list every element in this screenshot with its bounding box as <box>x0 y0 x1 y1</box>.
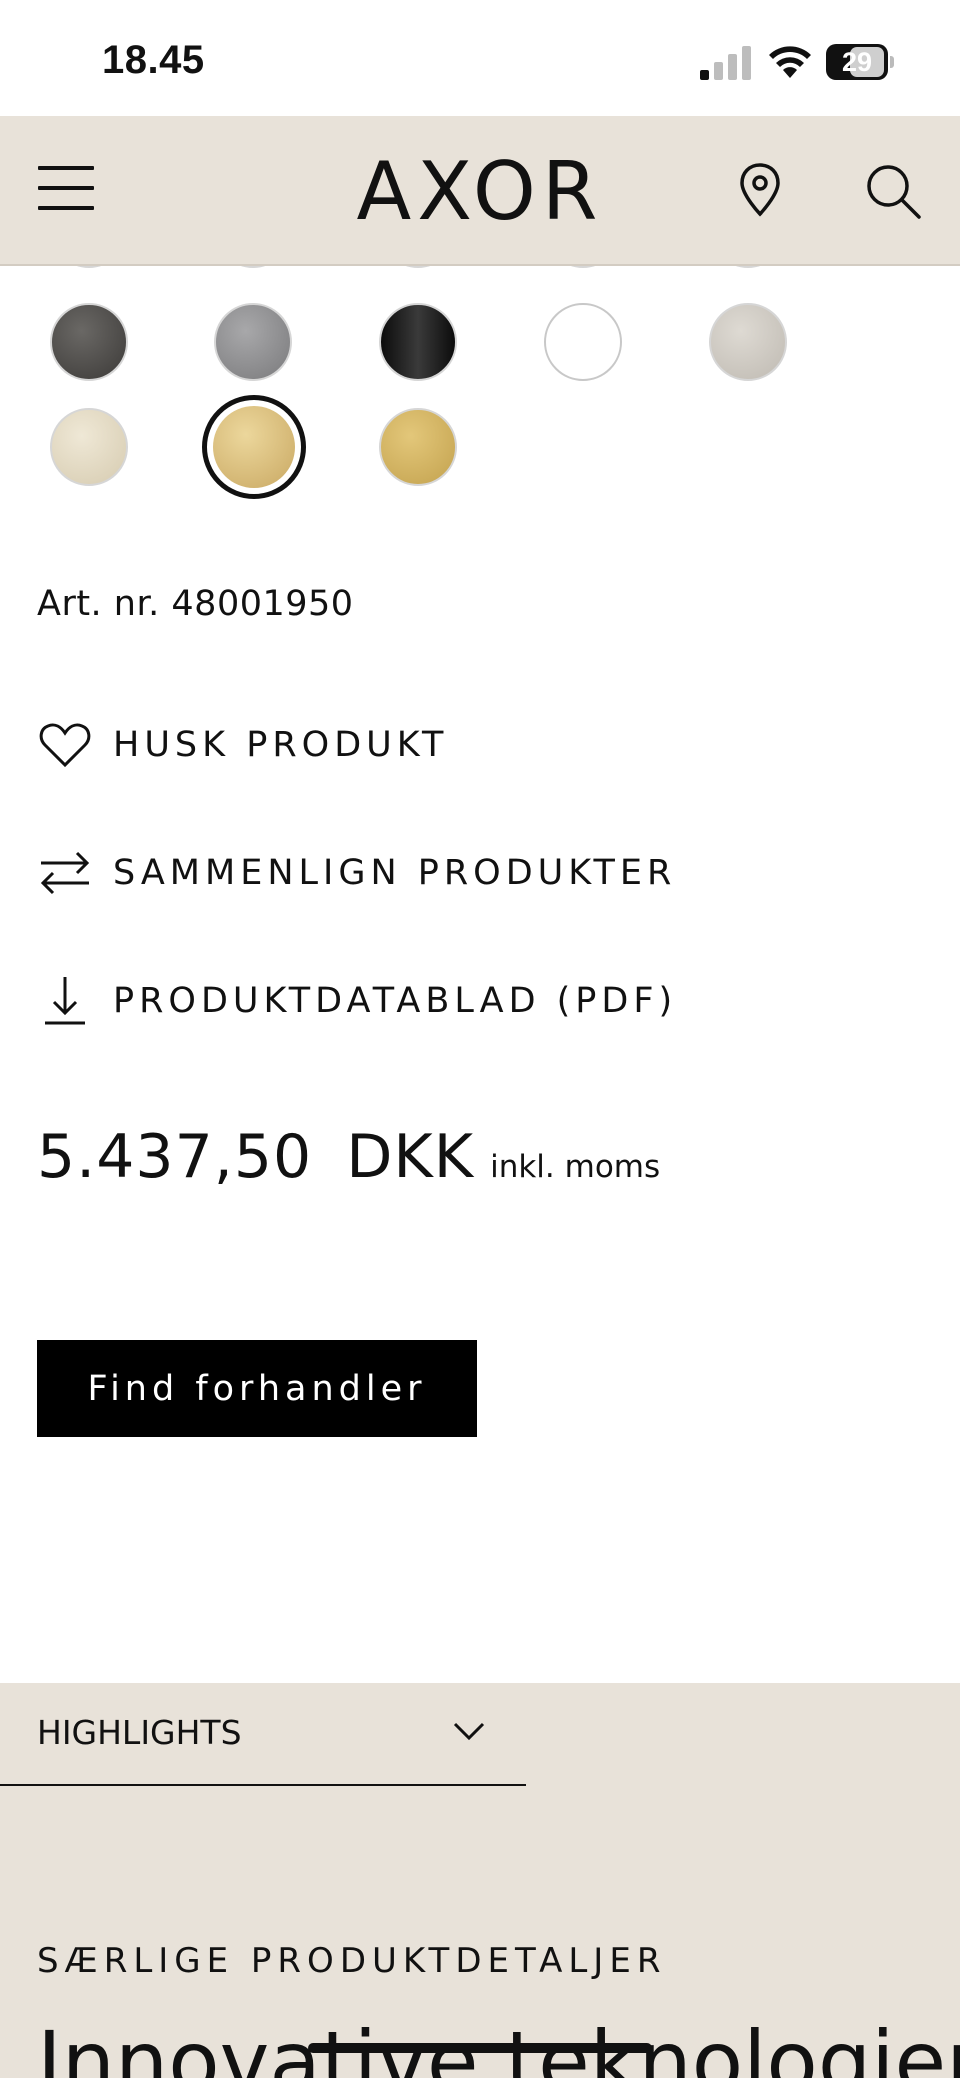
remember-product-label: HUSK PRODUKT <box>113 725 449 765</box>
selected-finish-fill <box>213 406 295 488</box>
product-price: 5.437,50 DKK inkl. moms <box>37 1122 660 1192</box>
finish-swatch-selected[interactable] <box>202 395 306 499</box>
location-pin-icon[interactable] <box>738 162 782 218</box>
battery-icon: 29 <box>826 44 894 80</box>
compare-arrows-icon <box>40 851 90 895</box>
heart-icon <box>39 723 91 768</box>
search-icon[interactable] <box>864 162 922 220</box>
compare-products-link[interactable]: SAMMENLIGN PRODUKTER <box>37 838 676 908</box>
finish-swatch-brushed-black-chrome[interactable] <box>50 303 128 381</box>
remember-product-link[interactable]: HUSK PRODUKT <box>37 710 448 780</box>
article-number: Art. nr. 48001950 <box>37 584 354 624</box>
wifi-icon <box>769 46 811 78</box>
cellular-signal-icon <box>700 46 751 80</box>
status-time: 18.45 <box>102 38 205 82</box>
finish-swatch-polished-black[interactable] <box>379 303 457 381</box>
home-indicator[interactable] <box>308 2043 652 2053</box>
brand-logo-text: AXOR <box>356 145 604 238</box>
section-eyebrow: SÆRLIGE PRODUKTDETALJER <box>37 1941 667 1981</box>
finish-swatch-brushed-brass[interactable] <box>50 408 128 486</box>
site-header: AXOR <box>0 116 960 266</box>
status-bar: 18.45 29 <box>0 0 960 116</box>
product-details-section: HIGHLIGHTS SÆRLIGE PRODUKTDETALJER Innov… <box>0 1683 960 2078</box>
brand-logo[interactable]: AXOR <box>340 145 620 238</box>
price-amount: 5.437,50 <box>37 1122 313 1192</box>
datasheet-pdf-link[interactable]: PRODUKTDATABLAD (PDF) <box>37 966 677 1036</box>
find-dealer-button[interactable]: Find forhandler <box>37 1340 477 1437</box>
finish-swatch-polished-gold[interactable] <box>379 408 457 486</box>
highlights-label: HIGHLIGHTS <box>37 1713 242 1752</box>
finish-swatch-stainless[interactable] <box>709 303 787 381</box>
compare-products-label: SAMMENLIGN PRODUKTER <box>113 853 677 893</box>
finish-swatch-brushed-nickel[interactable] <box>214 303 292 381</box>
menu-icon[interactable] <box>38 164 94 212</box>
datasheet-pdf-label: PRODUKTDATABLAD (PDF) <box>113 981 678 1021</box>
chevron-down-icon <box>453 1722 485 1741</box>
highlights-dropdown[interactable]: HIGHLIGHTS <box>0 1683 526 1786</box>
price-currency: DKK <box>346 1122 475 1192</box>
battery-percent: 29 <box>841 47 873 77</box>
finish-swatch-white[interactable] <box>544 303 622 381</box>
download-icon <box>45 977 85 1025</box>
price-vat-note: inkl. moms <box>490 1149 661 1185</box>
